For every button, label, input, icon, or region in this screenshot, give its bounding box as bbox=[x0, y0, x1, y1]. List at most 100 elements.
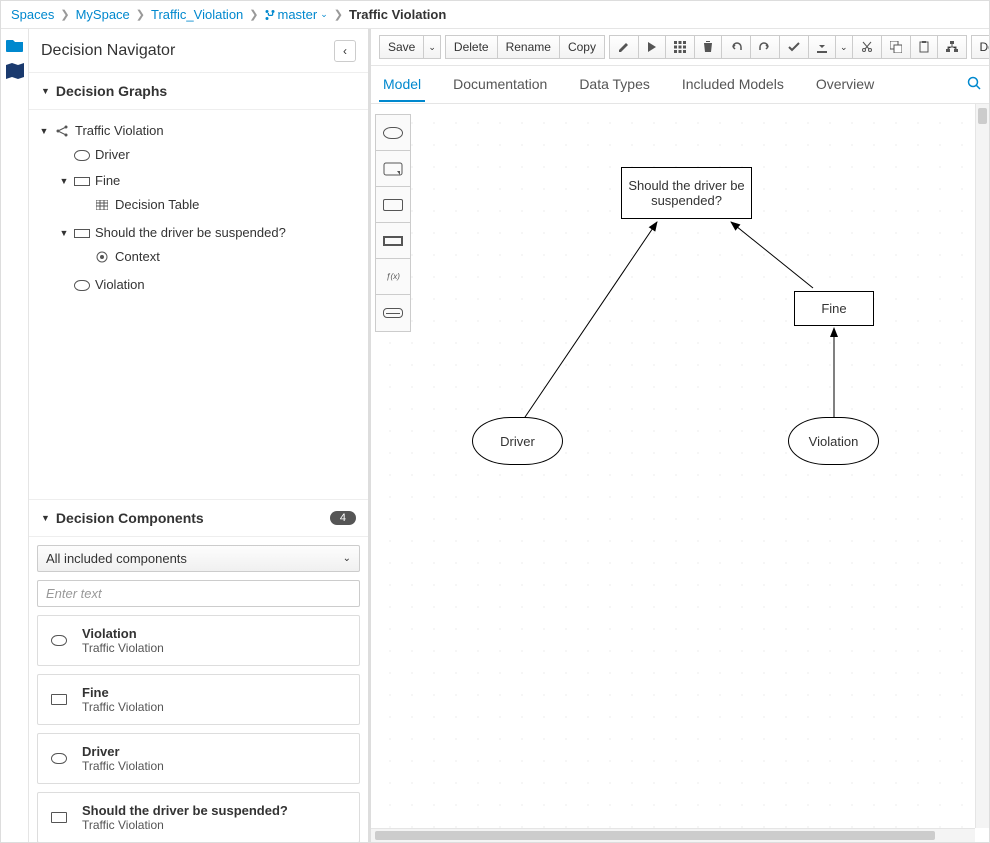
tree-node-driver[interactable]: Driver bbox=[59, 144, 362, 166]
palette-input-data[interactable] bbox=[376, 115, 410, 151]
tab-documentation[interactable]: Documentation bbox=[449, 68, 551, 102]
validate-button[interactable] bbox=[780, 35, 809, 59]
vertical-scrollbar[interactable] bbox=[975, 104, 989, 828]
search-button[interactable] bbox=[967, 76, 981, 93]
copy-button[interactable]: Copy bbox=[560, 35, 605, 59]
caret-down-icon: ▼ bbox=[59, 172, 69, 190]
decision-graphs-tree: ▼ Traffic Violation Driver bbox=[29, 110, 368, 500]
tree-node-suspended[interactable]: ▼ Should the driver be suspended? bbox=[59, 222, 362, 244]
chevron-right-icon: ❯ bbox=[60, 8, 69, 21]
tab-data-types[interactable]: Data Types bbox=[575, 68, 654, 102]
components-filter-input[interactable] bbox=[37, 580, 360, 607]
component-source: Traffic Violation bbox=[82, 818, 288, 832]
component-name: Fine bbox=[82, 685, 164, 700]
rename-button[interactable]: Rename bbox=[498, 35, 560, 59]
share-icon bbox=[54, 124, 70, 138]
palette-annotation[interactable] bbox=[376, 151, 410, 187]
caret-down-icon: ▼ bbox=[59, 224, 69, 242]
component-card[interactable]: Driver Traffic Violation bbox=[37, 733, 360, 784]
layout-button[interactable] bbox=[938, 35, 967, 59]
branch-selector[interactable]: master ⌄ bbox=[265, 7, 328, 22]
redo-button[interactable] bbox=[751, 35, 780, 59]
trash-icon bbox=[703, 41, 713, 53]
decision-icon bbox=[48, 692, 70, 708]
component-name: Driver bbox=[82, 744, 164, 759]
breadcrumb-link[interactable]: Spaces bbox=[11, 7, 54, 22]
undo-button[interactable] bbox=[722, 35, 751, 59]
input-data-icon bbox=[74, 148, 90, 162]
chevron-down-icon: ⌄ bbox=[343, 553, 351, 564]
panel-title: Decision Navigator bbox=[41, 42, 175, 60]
export-button[interactable] bbox=[809, 35, 836, 59]
table-icon bbox=[94, 198, 110, 212]
tab-model[interactable]: Model bbox=[379, 68, 425, 102]
export-dropdown[interactable]: ⌄ bbox=[836, 35, 853, 59]
map-icon[interactable] bbox=[5, 61, 25, 81]
layout-icon bbox=[946, 41, 958, 53]
tree-node-decision-table[interactable]: Decision Table bbox=[79, 194, 362, 216]
tree-node-context[interactable]: Context bbox=[79, 246, 362, 268]
grid-icon bbox=[674, 41, 686, 53]
node-fine[interactable]: Fine bbox=[794, 291, 874, 326]
cut-button[interactable] bbox=[853, 35, 882, 59]
save-button[interactable]: Save bbox=[379, 35, 424, 59]
tree-root[interactable]: ▼ Traffic Violation bbox=[39, 120, 362, 142]
component-name: Should the driver be suspended? bbox=[82, 803, 288, 818]
paste-button[interactable] bbox=[911, 35, 938, 59]
check-icon bbox=[788, 42, 800, 52]
component-card[interactable]: Violation Traffic Violation bbox=[37, 615, 360, 666]
tab-overview[interactable]: Overview bbox=[812, 68, 878, 102]
delete-button[interactable]: Delete bbox=[445, 35, 498, 59]
save-dropdown[interactable]: ⌄ bbox=[424, 35, 441, 59]
tree-node-fine[interactable]: ▼ Fine bbox=[59, 170, 362, 192]
breadcrumb-link[interactable]: Traffic_Violation bbox=[151, 7, 243, 22]
edit-button[interactable] bbox=[609, 35, 639, 59]
node-suspended[interactable]: Should the driver be suspended? bbox=[621, 167, 752, 219]
play-button[interactable] bbox=[639, 35, 666, 59]
download-button[interactable]: Download bbox=[971, 35, 989, 59]
panel-collapse-button[interactable]: ‹ bbox=[334, 40, 356, 62]
tree-node-violation[interactable]: Violation bbox=[59, 274, 362, 296]
chevron-down-icon: ⌄ bbox=[840, 42, 848, 53]
scissors-icon bbox=[861, 41, 873, 53]
components-filter-dropdown[interactable]: All included components ⌄ bbox=[37, 545, 360, 572]
tab-included-models[interactable]: Included Models bbox=[678, 68, 788, 102]
caret-down-icon: ▼ bbox=[41, 513, 50, 523]
copy-icon-button[interactable] bbox=[882, 35, 911, 59]
input-data-icon bbox=[48, 633, 70, 649]
pencil-icon bbox=[618, 41, 630, 53]
scrollbar-thumb[interactable] bbox=[375, 831, 935, 840]
palette-decision[interactable] bbox=[376, 187, 410, 223]
chevron-right-icon: ❯ bbox=[334, 8, 343, 21]
component-source: Traffic Violation bbox=[82, 700, 164, 714]
clipboard-icon bbox=[919, 41, 929, 53]
component-card[interactable]: Fine Traffic Violation bbox=[37, 674, 360, 725]
breadcrumb-link[interactable]: MySpace bbox=[76, 7, 130, 22]
component-card[interactable]: Should the driver be suspended? Traffic … bbox=[37, 792, 360, 842]
decision-components-header[interactable]: ▼ Decision Components 4 bbox=[29, 500, 368, 537]
palette-decision-service[interactable] bbox=[376, 223, 410, 259]
search-icon bbox=[967, 76, 981, 90]
context-icon bbox=[94, 250, 110, 264]
breadcrumb-current: Traffic Violation bbox=[349, 7, 446, 22]
diagram-canvas[interactable]: Should the driver be suspended? Fine Dri… bbox=[371, 104, 989, 842]
components-count-badge: 4 bbox=[330, 511, 356, 525]
decision-graphs-header[interactable]: ▼ Decision Graphs bbox=[29, 73, 368, 110]
left-rail bbox=[1, 29, 29, 842]
node-driver[interactable]: Driver bbox=[472, 417, 563, 465]
trash-button[interactable] bbox=[695, 35, 722, 59]
palette-knowledge-source[interactable] bbox=[376, 295, 410, 331]
play-icon bbox=[647, 42, 657, 52]
scrollbar-thumb[interactable] bbox=[978, 108, 987, 124]
grid-button[interactable] bbox=[666, 35, 695, 59]
copy-icon bbox=[890, 41, 902, 53]
palette-bkm[interactable]: ƒ(x) bbox=[376, 259, 410, 295]
folder-icon[interactable] bbox=[5, 35, 25, 55]
caret-down-icon: ▼ bbox=[39, 122, 49, 140]
horizontal-scrollbar[interactable] bbox=[371, 828, 975, 842]
component-source: Traffic Violation bbox=[82, 641, 164, 655]
chevron-right-icon: ❯ bbox=[249, 8, 258, 21]
component-name: Violation bbox=[82, 626, 164, 641]
node-violation[interactable]: Violation bbox=[788, 417, 879, 465]
input-data-icon bbox=[74, 278, 90, 292]
